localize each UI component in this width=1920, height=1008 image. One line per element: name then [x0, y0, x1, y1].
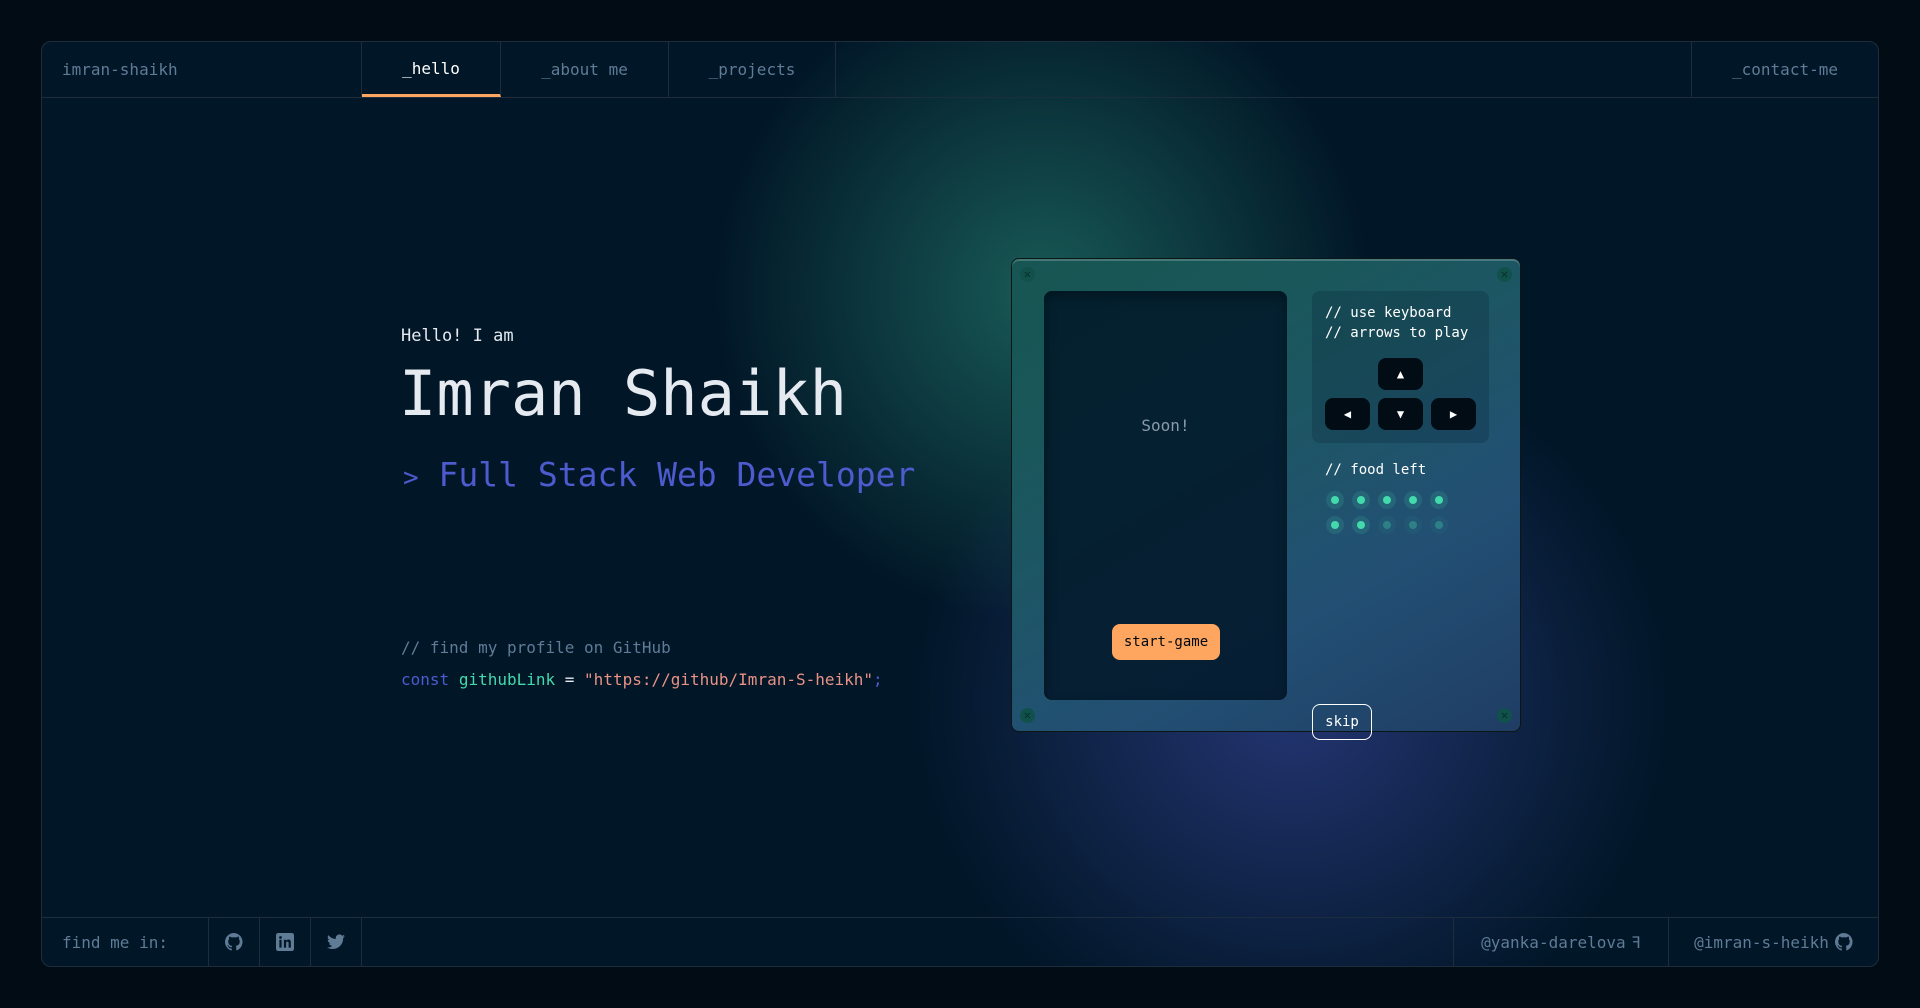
top-nav: imran-shaikh _hello _about me _projects …: [42, 42, 1878, 98]
code-variable: githubLink: [458, 670, 556, 689]
tab-hello[interactable]: _hello: [362, 42, 501, 97]
github-link-button[interactable]: [209, 918, 260, 966]
start-game-button[interactable]: start-game: [1112, 624, 1220, 660]
screw-icon: ✕: [1020, 708, 1035, 723]
game-status: Soon!: [1141, 416, 1190, 435]
arrow-right-key[interactable]: ▶: [1431, 398, 1476, 430]
arrow-down-key[interactable]: ▼: [1378, 398, 1423, 430]
tab-contact-me[interactable]: _contact-me: [1692, 42, 1878, 97]
twitter-link-button[interactable]: [311, 918, 362, 966]
figma-username: @yanka-darelova: [1481, 932, 1626, 952]
controls-panel: // use keyboard // arrows to play ▲ ◀ ▼ …: [1312, 291, 1489, 443]
food-dot: [1357, 496, 1365, 504]
screw-icon: ✕: [1497, 708, 1512, 723]
figma-profile-link[interactable]: @yanka-darelova ꟻ: [1454, 918, 1669, 966]
role-text: Full Stack Web Developer: [438, 455, 916, 494]
role-subtitle: > Full Stack Web Developer: [403, 455, 915, 494]
chevron-right-icon: >: [403, 463, 419, 493]
github-profile-link[interactable]: @imran-s-heikh: [1669, 918, 1878, 966]
snake-game-panel: ✕ ✕ ✕ ✕ Soon! start-game // use keyboard…: [1011, 258, 1521, 740]
linkedin-icon: [276, 933, 294, 951]
site-logo[interactable]: imran-shaikh: [42, 42, 362, 97]
game-screen[interactable]: Soon! start-game: [1044, 291, 1287, 700]
code-comment: // find my profile on GitHub: [401, 638, 671, 657]
linkedin-link-button[interactable]: [260, 918, 311, 966]
screw-icon: ✕: [1497, 267, 1512, 282]
github-icon: [225, 933, 243, 951]
skip-button[interactable]: skip: [1312, 704, 1372, 740]
figma-icon: ꟻ: [1631, 932, 1641, 952]
github-username: @imran-s-heikh: [1694, 932, 1829, 952]
code-equals: =: [555, 670, 585, 689]
arrow-up-icon: ▲: [1396, 367, 1405, 381]
controls-instructions: // use keyboard // arrows to play: [1325, 305, 1469, 341]
food-dot: [1331, 496, 1339, 504]
arrow-down-icon: ▼: [1396, 407, 1405, 421]
food-dot: [1383, 521, 1391, 529]
arrow-left-key[interactable]: ◀: [1325, 398, 1370, 430]
code-keyword: const: [401, 670, 450, 689]
footer: find me in: @yanka-darelova ꟻ @imran-s-he…: [42, 917, 1878, 966]
find-me-label: find me in:: [42, 918, 209, 966]
arrow-right-icon: ▶: [1449, 407, 1458, 421]
page-title: Imran Shaikh: [399, 357, 847, 430]
food-dot: [1435, 496, 1443, 504]
greeting: Hello! I am: [401, 326, 514, 346]
code-semicolon: ;: [873, 670, 883, 689]
twitter-icon: [327, 934, 345, 950]
food-dot: [1409, 496, 1417, 504]
food-dot: [1331, 521, 1339, 529]
arrow-left-icon: ◀: [1343, 407, 1352, 421]
food-dot: [1383, 496, 1391, 504]
github-link[interactable]: "https://github/Imran-S-heikh": [584, 670, 873, 689]
nav-spacer: [836, 42, 1692, 97]
tab-about-me[interactable]: _about me: [501, 42, 669, 97]
footer-spacer: [362, 918, 1454, 966]
tab-projects[interactable]: _projects: [669, 42, 836, 97]
screw-icon: ✕: [1020, 267, 1035, 282]
food-dot: [1435, 521, 1443, 529]
app-window: imran-shaikh _hello _about me _projects …: [41, 41, 1879, 967]
food-dot: [1409, 521, 1417, 529]
arrow-up-key[interactable]: ▲: [1378, 358, 1423, 390]
code-line: const githubLink = "https://github/Imran…: [401, 670, 883, 689]
food-dot: [1357, 521, 1365, 529]
github-icon: [1834, 933, 1853, 951]
food-left-label: // food left: [1325, 462, 1427, 478]
